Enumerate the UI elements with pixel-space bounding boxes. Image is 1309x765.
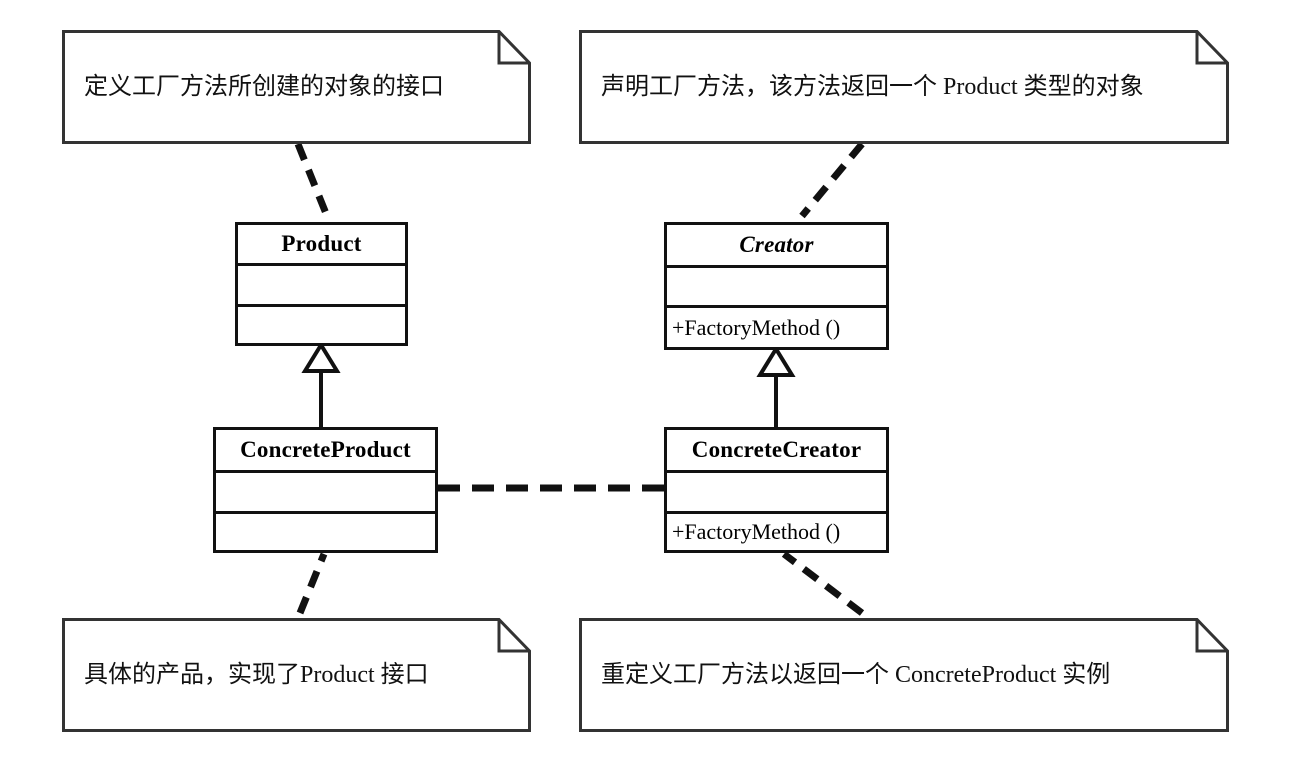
note-creator-text: 声明工厂方法，该方法返回一个 Product 类型的对象: [601, 74, 1144, 100]
note-creator: 声明工厂方法，该方法返回一个 Product 类型的对象: [579, 30, 1229, 144]
note-anchor-concrete-creator: [781, 551, 865, 616]
note-product-text: 定义工厂方法所创建的对象的接口: [84, 74, 444, 100]
generalization-arrowhead-creator: [756, 345, 796, 377]
class-name-creator: Creator: [667, 225, 886, 265]
class-attributes-concrete-product: [216, 470, 435, 511]
class-box-concrete-product[interactable]: ConcreteProduct: [213, 427, 438, 553]
class-name-product: Product: [238, 225, 405, 263]
class-operations-product: [238, 304, 405, 343]
class-name-concrete-product: ConcreteProduct: [216, 430, 435, 470]
note-concrete-product: 具体的产品，实现了Product 接口: [62, 618, 531, 732]
note-concrete-product-text: 具体的产品，实现了Product 接口: [84, 662, 429, 688]
note-anchor-product: [294, 142, 331, 218]
note-concrete-creator-text: 重定义工厂方法以返回一个 ConcreteProduct 实例: [601, 662, 1111, 688]
class-operations-creator: +FactoryMethod (): [667, 305, 886, 347]
class-attributes-creator: [667, 265, 886, 305]
note-anchor-concrete-product: [296, 552, 328, 615]
class-box-product[interactable]: Product: [235, 222, 408, 346]
class-box-concrete-creator[interactable]: ConcreteCreator +FactoryMethod (): [664, 427, 889, 553]
class-operations-concrete-product: [216, 511, 435, 550]
class-attributes-product: [238, 263, 405, 304]
class-operations-concrete-creator: +FactoryMethod (): [667, 511, 886, 550]
uml-diagram-canvas: 定义工厂方法所创建的对象的接口 声明工厂方法，该方法返回一个 Product 类…: [0, 0, 1309, 765]
note-anchor-creator: [799, 141, 865, 219]
note-concrete-creator: 重定义工厂方法以返回一个 ConcreteProduct 实例: [579, 618, 1229, 732]
class-box-creator[interactable]: Creator +FactoryMethod (): [664, 222, 889, 350]
class-attributes-concrete-creator: [667, 470, 886, 511]
class-name-concrete-creator: ConcreteCreator: [667, 430, 886, 470]
generalization-arrowhead-product: [301, 341, 341, 373]
note-product: 定义工厂方法所创建的对象的接口: [62, 30, 531, 144]
